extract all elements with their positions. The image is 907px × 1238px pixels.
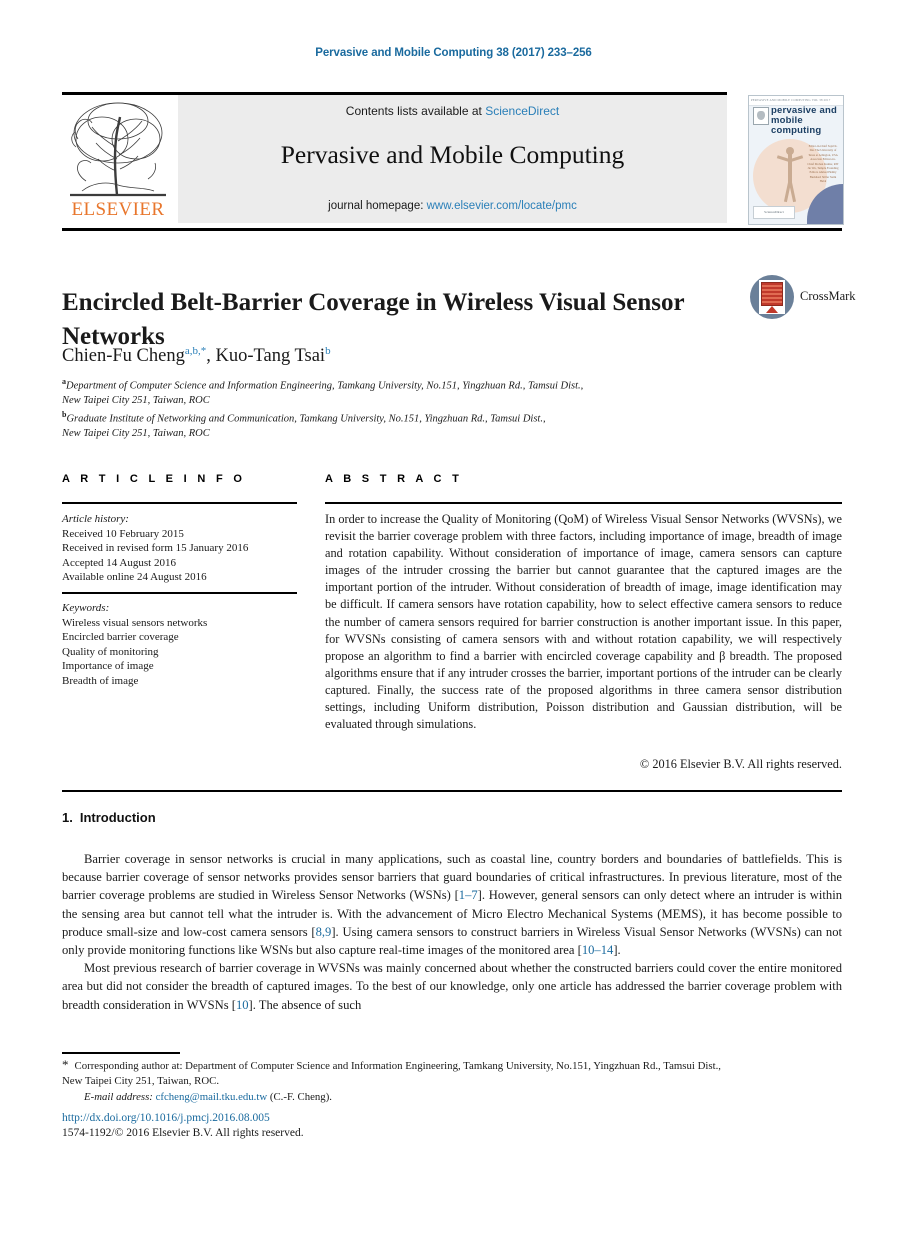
affiliation-block: aDepartment of Computer Science and Info… xyxy=(62,375,762,441)
affiliation-a-line1: Department of Computer Science and Infor… xyxy=(66,380,584,392)
citation-ref-2[interactable]: 8,9 xyxy=(316,925,332,939)
corresponding-author-line2: New Taipei City 251, Taiwan, ROC. xyxy=(62,1074,220,1087)
elsevier-wordmark: ELSEVIER xyxy=(71,199,165,220)
crossmark-label: CrossMark xyxy=(800,289,856,303)
para2-seg-a: Most previous research of barrier covera… xyxy=(62,961,842,1012)
para2-seg-b: ]. The absence of such xyxy=(248,997,362,1012)
journal-masthead: ELSEVIER Contents lists available at Sci… xyxy=(62,95,727,223)
cover-title: pervasive and mobile computing xyxy=(771,105,837,136)
affiliation-b-line1: Graduate Institute of Networking and Com… xyxy=(66,413,546,425)
journal-homepage-line: journal homepage: www.elsevier.com/locat… xyxy=(178,200,727,212)
author-name-1: Chien-Fu Cheng xyxy=(62,346,185,367)
journal-homepage-link[interactable]: www.elsevier.com/locate/pmc xyxy=(427,200,577,212)
sciencedirect-link[interactable]: ScienceDirect xyxy=(485,104,559,118)
article-history-item: Available online 24 August 2016 xyxy=(62,571,207,584)
article-history-block: Article history: Received 10 February 20… xyxy=(62,512,302,585)
article-history-item: Received in revised form 15 January 2016 xyxy=(62,542,249,555)
corresponding-author-note: * Corresponding author at: Department of … xyxy=(62,1057,842,1074)
article-history-label: Article history: xyxy=(62,513,129,525)
citation-ref-3[interactable]: 10–14 xyxy=(582,943,613,957)
citation-ref-1[interactable]: 1–7 xyxy=(459,888,478,902)
section-title: Introduction xyxy=(79,810,156,825)
doi-link[interactable]: http://dx.doi.org/10.1016/j.pmcj.2016.08… xyxy=(62,1112,270,1124)
email-label: E-mail address: xyxy=(84,1091,153,1103)
keyword-item: Wireless visual sensors networks xyxy=(62,616,208,629)
affiliation-a-line2: New Taipei City 251, Taiwan, ROC xyxy=(62,394,210,406)
homepage-prefix: journal homepage: xyxy=(328,200,427,212)
section-number: 1. xyxy=(62,810,73,825)
elsevier-tree-icon xyxy=(70,102,166,197)
paragraph-2: Most previous research of barrier covera… xyxy=(62,959,842,1014)
masthead-bottom-rule xyxy=(62,228,842,231)
author-affil-marker-1[interactable]: a,b,* xyxy=(185,345,206,357)
keyword-item: Importance of image xyxy=(62,660,154,673)
vitruvian-figure-icon xyxy=(776,146,804,204)
keywords-label: Keywords: xyxy=(62,602,110,614)
article-info-top-rule xyxy=(62,502,297,504)
footnote-rule xyxy=(62,1052,180,1054)
introduction-body: Barrier coverage in sensor networks is c… xyxy=(62,850,842,1014)
footnote-block: * Corresponding author at: Department of … xyxy=(62,1057,842,1105)
citation-ref-4[interactable]: 10 xyxy=(236,998,249,1012)
journal-cover-thumbnail: PERVASIVE AND MOBILE COMPUTING VOL 38 20… xyxy=(748,95,844,225)
journal-title: Pervasive and Mobile Computing xyxy=(280,140,625,169)
cover-elsevier-mark-icon xyxy=(753,107,769,125)
author-affil-marker-2[interactable]: b xyxy=(325,345,331,357)
elsevier-logo: ELSEVIER xyxy=(62,95,174,223)
contents-prefix: Contents lists available at xyxy=(345,104,486,118)
abstract-top-rule xyxy=(325,502,842,504)
issn-copyright-line: 1574-1192/© 2016 Elsevier B.V. All right… xyxy=(62,1127,304,1139)
article-info-middle-rule xyxy=(62,592,297,594)
footnote-star-marker: * xyxy=(62,1057,69,1072)
article-history-item: Received 10 February 2015 xyxy=(62,527,184,540)
keyword-item: Encircled barrier coverage xyxy=(62,631,179,644)
keyword-item: Breadth of image xyxy=(62,674,139,687)
paragraph-1: Barrier coverage in sensor networks is c… xyxy=(62,850,842,959)
contents-list-line: Contents lists available at ScienceDirec… xyxy=(178,104,727,118)
affiliation-a: aDepartment of Computer Science and Info… xyxy=(62,375,762,394)
abstract-bottom-rule xyxy=(62,790,842,792)
article-history-item: Accepted 14 August 2016 xyxy=(62,556,176,569)
crossmark-icon xyxy=(750,275,794,319)
corresponding-author-line1: Corresponding author at: Department of C… xyxy=(74,1060,721,1072)
affiliation-b: bGraduate Institute of Networking and Co… xyxy=(62,408,762,427)
author-list: Chien-Fu Chenga,b,*, Kuo-Tang Tsaib xyxy=(62,345,331,367)
email-link[interactable]: cfcheng@mail.tku.edu.tw xyxy=(156,1091,268,1103)
email-note: E-mail address: cfcheng@mail.tku.edu.tw … xyxy=(62,1090,842,1105)
cover-editor-text: Editor-in-Chief Sajal K. Das The Univers… xyxy=(807,144,839,184)
para1-seg-d: ]. xyxy=(613,943,621,958)
crossmark-badge[interactable]: CrossMark xyxy=(750,275,856,319)
abstract-text: In order to increase the Quality of Moni… xyxy=(325,512,842,732)
cover-footer-badge: ScienceDirect xyxy=(753,206,795,219)
keyword-item: Quality of monitoring xyxy=(62,645,159,658)
masthead-band: Contents lists available at ScienceDirec… xyxy=(178,95,727,223)
email-suffix: (C.-F. Cheng). xyxy=(269,1091,332,1103)
author-name-2: Kuo-Tang Tsai xyxy=(215,346,326,367)
paper-page: Pervasive and Mobile Computing 38 (2017)… xyxy=(0,0,907,1238)
affiliation-b-line2: New Taipei City 251, Taiwan, ROC xyxy=(62,427,210,439)
keywords-block: Keywords: Wireless visual sensors networ… xyxy=(62,601,302,689)
article-info-heading: A R T I C L E I N F O xyxy=(62,473,246,485)
abstract-heading: A B S T R A C T xyxy=(325,473,463,485)
section-heading-introduction: 1. Introduction xyxy=(62,810,156,825)
abstract-copyright: © 2016 Elsevier B.V. All rights reserved… xyxy=(639,757,842,771)
page-title: Encircled Belt-Barrier Coverage in Wirel… xyxy=(62,288,685,350)
running-head: Pervasive and Mobile Computing 38 (2017)… xyxy=(315,47,592,59)
